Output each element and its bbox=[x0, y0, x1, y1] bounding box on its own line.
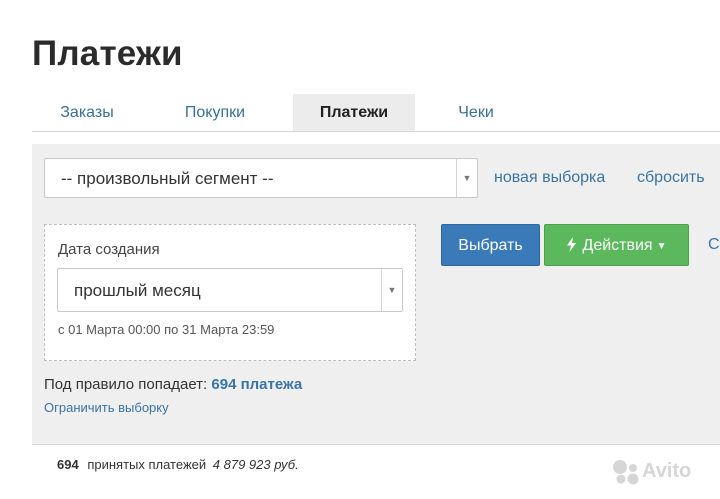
period-select-value: прошлый месяц bbox=[74, 281, 201, 300]
segment-select-value: -- произвольный сегмент -- bbox=[61, 169, 274, 188]
filter-panel: -- произвольный сегмент -- ▼ новая выбор… bbox=[32, 144, 720, 445]
select-button[interactable]: Выбрать bbox=[441, 224, 540, 266]
date-range-text: с 01 Марта 00:00 по 31 Марта 23:59 bbox=[58, 322, 275, 337]
segment-select[interactable]: -- произвольный сегмент -- ▼ bbox=[44, 158, 478, 198]
watermark-text: Avito bbox=[642, 460, 692, 482]
limit-selection-link[interactable]: Ограничить выборку bbox=[44, 400, 169, 415]
tab-payments[interactable]: Платежи bbox=[293, 94, 415, 131]
payments-summary: 694 принятых платежей 4 879 923 руб. bbox=[57, 457, 299, 472]
rule-count-link[interactable]: 694 платежа bbox=[211, 376, 302, 393]
reset-link[interactable]: сбросить bbox=[637, 169, 705, 187]
period-select[interactable]: прошлый месяц ▼ bbox=[57, 268, 403, 312]
caret-down-icon: ▼ bbox=[656, 241, 667, 252]
chevron-down-icon: ▼ bbox=[456, 159, 477, 197]
summary-amount: 4 879 923 руб. bbox=[212, 457, 299, 472]
actions-button-label: Действия bbox=[582, 237, 653, 254]
tab-orders[interactable]: Заказы bbox=[32, 94, 142, 131]
page-title: Платежи bbox=[32, 34, 183, 73]
chevron-down-icon: ▼ bbox=[381, 269, 402, 311]
rule-match-text: Под правило попадает: 694 платежа bbox=[44, 376, 302, 393]
rule-prefix: Под правило попадает: bbox=[44, 376, 208, 393]
date-filter-label: Дата создания bbox=[58, 241, 160, 258]
tab-receipts[interactable]: Чеки bbox=[430, 94, 522, 131]
cut-off-link[interactable]: С bbox=[708, 236, 720, 254]
tab-purchases[interactable]: Покупки bbox=[158, 94, 272, 131]
lightning-icon bbox=[566, 225, 577, 267]
avito-watermark: Avito bbox=[612, 459, 712, 485]
date-filter-box: Дата создания прошлый месяц ▼ с 01 Марта… bbox=[44, 224, 416, 361]
avito-logo-icon bbox=[613, 460, 639, 485]
actions-button[interactable]: Действия ▼ bbox=[544, 224, 689, 266]
new-selection-link[interactable]: новая выборка bbox=[494, 169, 605, 187]
summary-count: 694 bbox=[57, 457, 79, 472]
summary-label: принятых платежей bbox=[87, 457, 207, 472]
tab-bar: Заказы Покупки Платежи Чеки bbox=[32, 94, 720, 132]
